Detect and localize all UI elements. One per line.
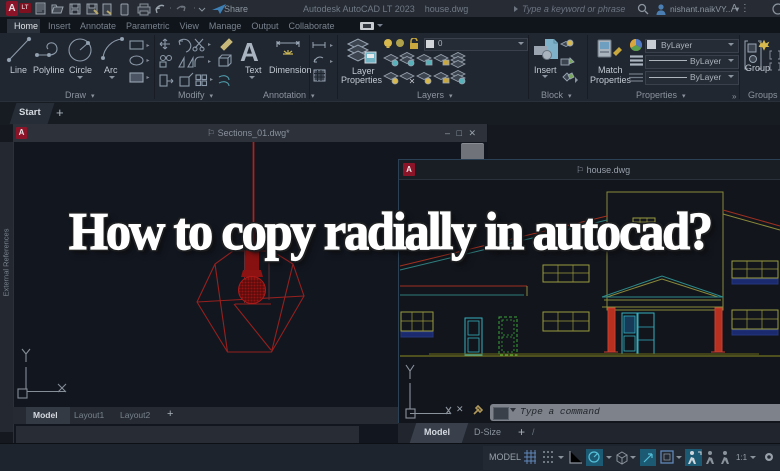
svg-text:1:1: 1:1: [736, 453, 748, 462]
